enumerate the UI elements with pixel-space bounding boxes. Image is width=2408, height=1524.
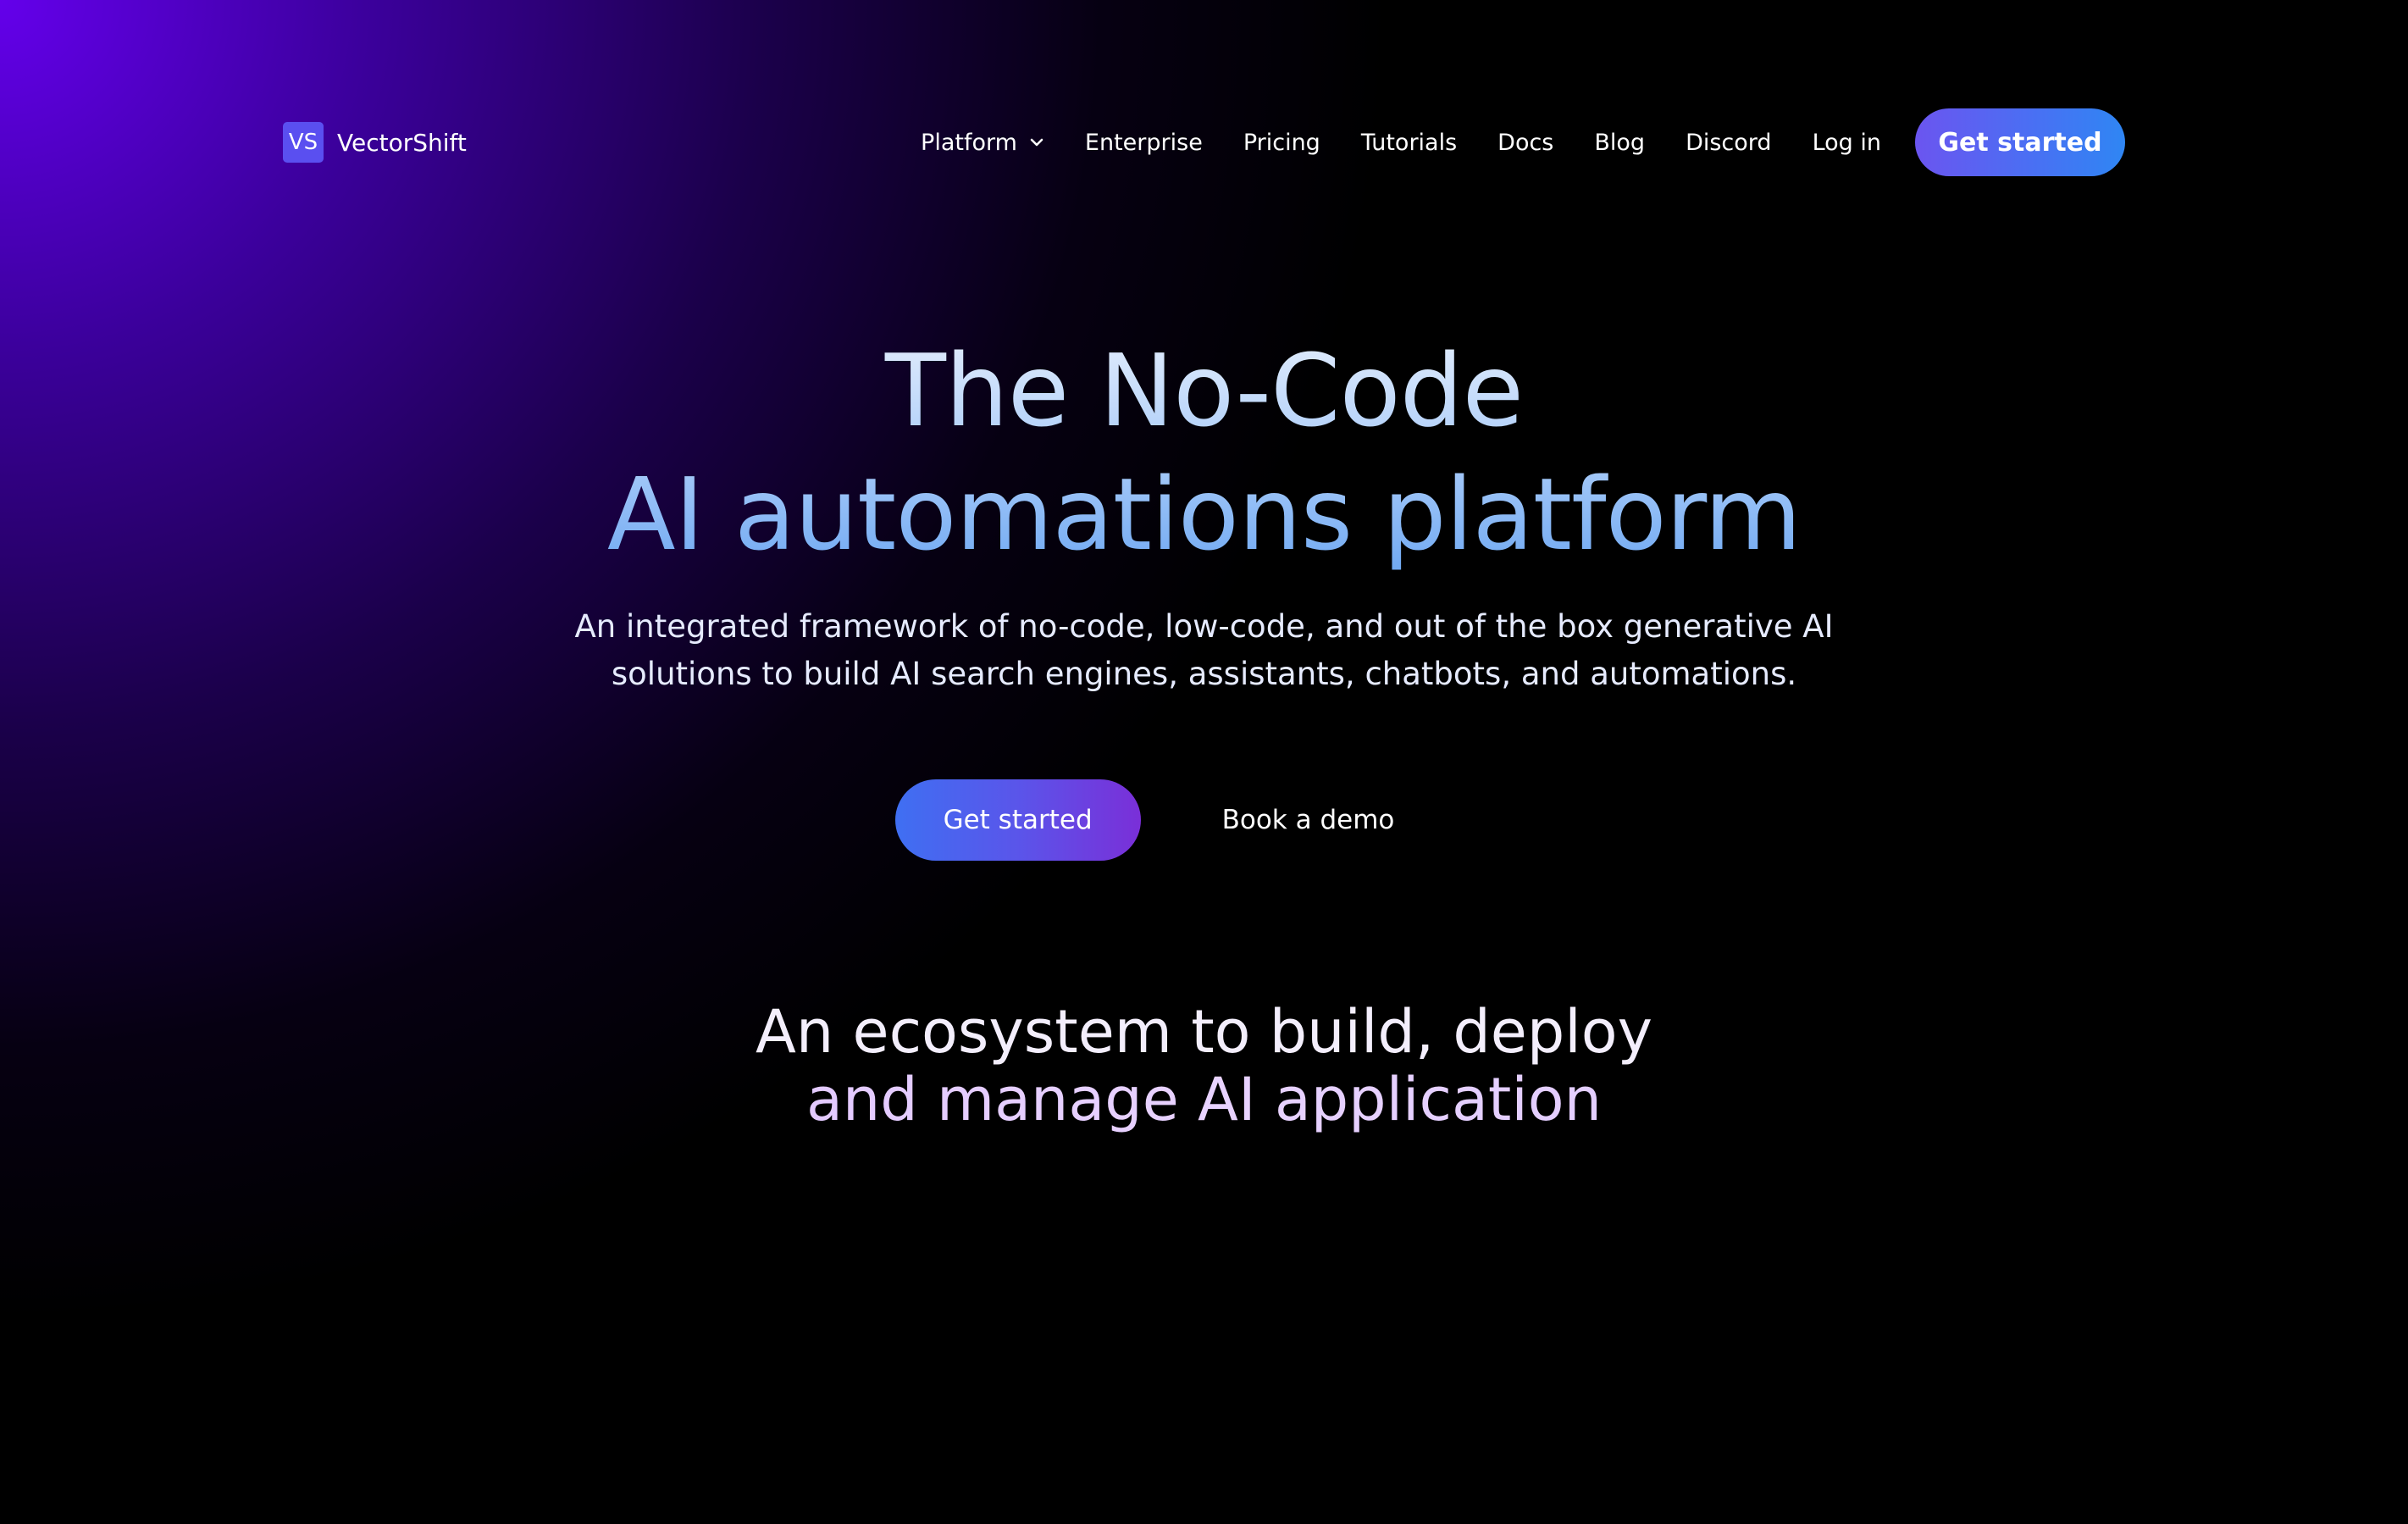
hero-subtitle-line-1: An integrated framework of no-code, low-… — [574, 608, 1834, 645]
ecosystem-heading: An ecosystem to build, deploy and manage… — [0, 998, 2408, 1133]
top-navigation: VS VectorShift Platform Enterprise Prici… — [283, 108, 2125, 176]
nav-links: Platform Enterprise Pricing Tutorials Do… — [921, 108, 2125, 176]
nav-item-platform[interactable]: Platform — [921, 130, 1044, 156]
brand-logo[interactable]: VS VectorShift — [283, 122, 467, 163]
page: VS VectorShift Platform Enterprise Prici… — [0, 0, 2408, 1524]
ecosystem-heading-line-2: and manage AI application — [0, 1066, 2408, 1133]
hero-cta-row: Get started Book a demo — [0, 779, 2408, 861]
hero-subtitle-line-2: solutions to build AI search engines, as… — [611, 656, 1797, 692]
hero-title-line-1: The No-Code — [884, 332, 1524, 449]
brand-name: VectorShift — [337, 128, 467, 157]
hero-title: The No-Code AI automations platform — [0, 329, 2408, 576]
nav-item-pricing[interactable]: Pricing — [1243, 130, 1320, 156]
nav-get-started-button[interactable]: Get started — [1915, 108, 2125, 176]
logo-mark-icon: VS — [283, 122, 324, 163]
nav-item-discord[interactable]: Discord — [1686, 130, 1772, 156]
ecosystem-heading-line-1: An ecosystem to build, deploy — [756, 997, 1652, 1067]
nav-item-enterprise[interactable]: Enterprise — [1085, 130, 1203, 156]
book-demo-link[interactable]: Book a demo — [1222, 779, 1395, 861]
nav-item-label: Platform — [921, 129, 1017, 156]
hero-get-started-button[interactable]: Get started — [894, 779, 1141, 861]
nav-item-docs[interactable]: Docs — [1497, 130, 1553, 156]
hero-title-line-2: AI automations platform — [606, 456, 1802, 573]
hero-subtitle: An integrated framework of no-code, low-… — [0, 603, 2408, 698]
chevron-down-icon — [1030, 138, 1043, 147]
nav-item-blog[interactable]: Blog — [1594, 130, 1645, 156]
nav-item-login[interactable]: Log in — [1813, 130, 1881, 156]
nav-item-tutorials[interactable]: Tutorials — [1361, 130, 1457, 156]
